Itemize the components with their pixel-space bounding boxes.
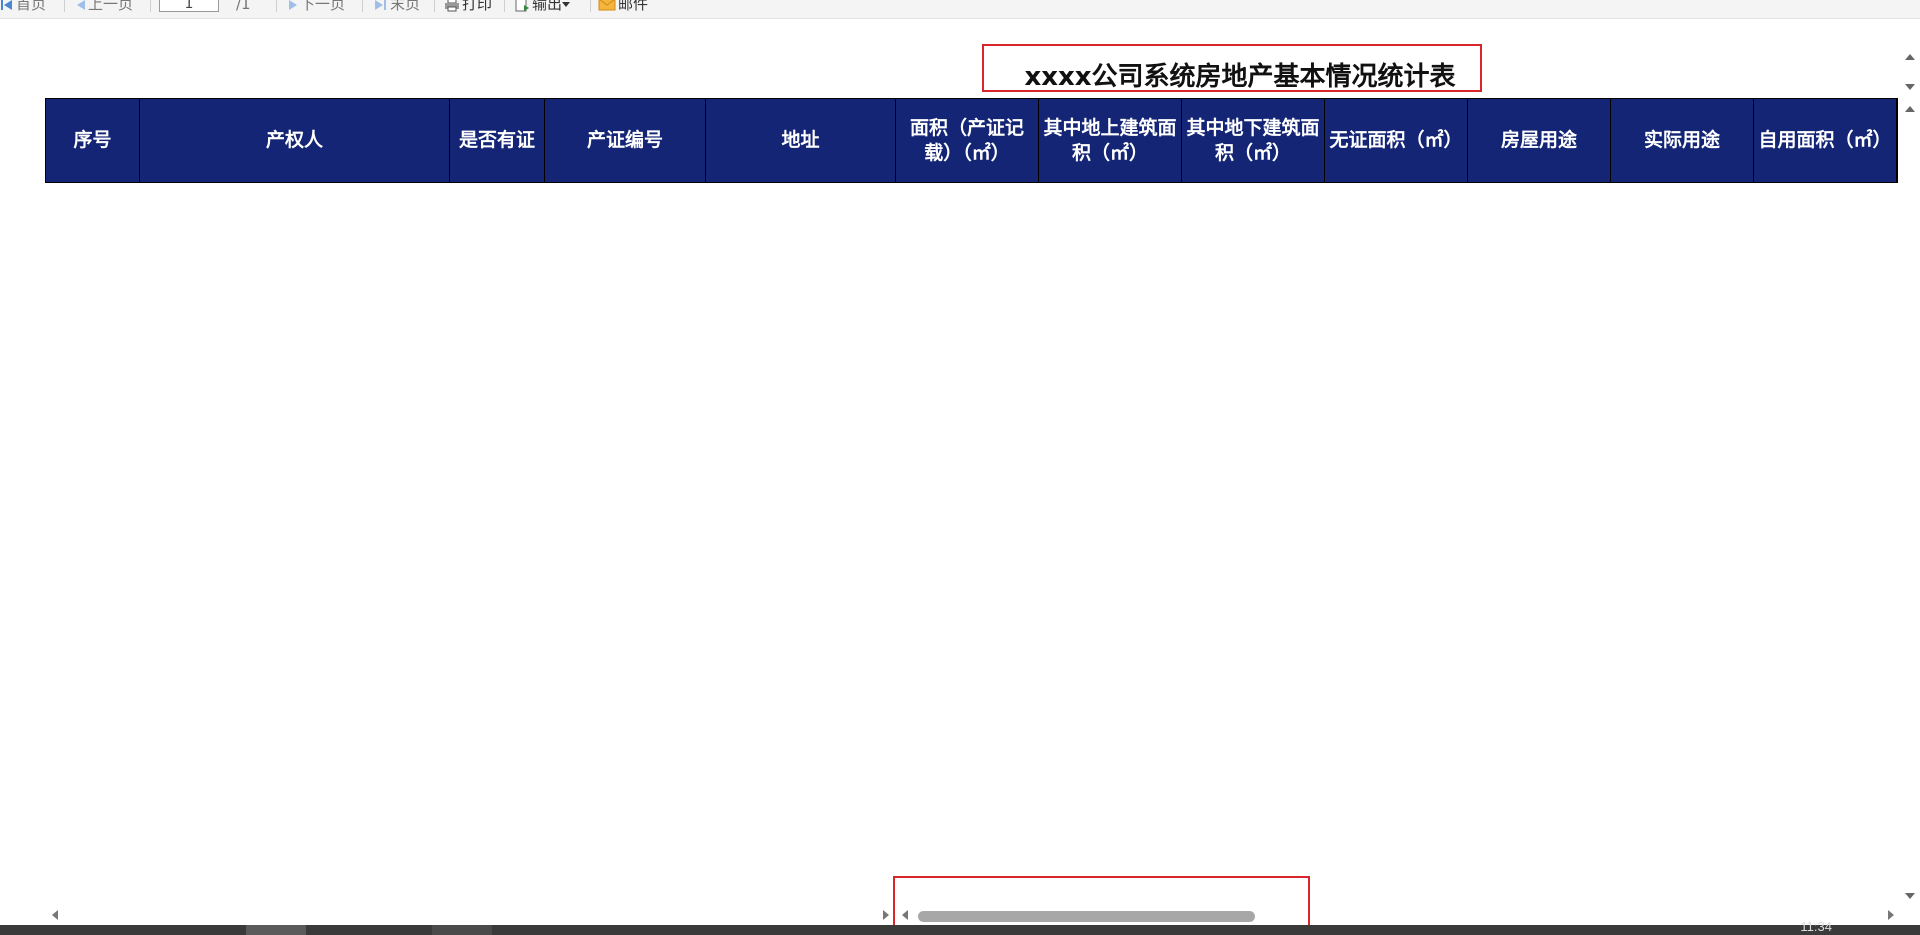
- scrollbar-highlight-frame: [893, 876, 1310, 927]
- first-page-button[interactable]: 首页: [0, 0, 46, 17]
- print-button[interactable]: 打印: [444, 0, 492, 17]
- mail-label: 邮件: [618, 0, 649, 13]
- next-page-label: 下一页: [300, 0, 346, 13]
- prev-page-label: 上一页: [88, 0, 134, 13]
- column-header: 地址: [706, 99, 896, 182]
- taskbar-app-icon[interactable]: [246, 925, 306, 935]
- first-page-icon: [1, 0, 12, 10]
- scroll-down-icon[interactable]: [1905, 893, 1915, 899]
- column-header: 其中地上建筑面积（㎡）: [1039, 99, 1182, 182]
- mail-icon: [598, 0, 616, 11]
- report-toolbar: 首页 上一页 1 /1 下一页 末页 打印 输出 邮件: [0, 0, 1920, 19]
- page-total: /1: [236, 0, 251, 13]
- next-page-icon: [289, 0, 297, 10]
- mail-button[interactable]: 邮件: [598, 0, 648, 17]
- column-header: 无证面积（㎡）: [1325, 99, 1468, 182]
- column-header: 序号: [46, 99, 140, 182]
- scroll-right-icon[interactable]: [883, 910, 889, 920]
- last-page-button[interactable]: 末页: [374, 0, 420, 17]
- scroll-up-icon[interactable]: [1905, 54, 1915, 60]
- column-header: 是否有证: [450, 99, 545, 182]
- column-header: 其中地下建筑面积（㎡）: [1182, 99, 1325, 182]
- column-header: 自用面积（㎡）: [1754, 99, 1897, 182]
- printer-icon: [445, 0, 459, 11]
- export-icon: [515, 0, 529, 11]
- report-header-cells: 序号 产权人 是否有证 产证编号 地址 面积（产证记载）（㎡） 其中地上建筑面积…: [46, 99, 1897, 182]
- prev-page-icon: [77, 0, 85, 10]
- column-header: 产权人: [140, 99, 450, 182]
- chevron-down-icon: [562, 1, 571, 7]
- export-label: 输出: [532, 0, 563, 13]
- column-header: 产证编号: [545, 99, 706, 182]
- taskbar-clock: 11:34: [1800, 919, 1832, 934]
- first-page-label: 首页: [16, 0, 47, 13]
- page-number-input[interactable]: 1: [159, 0, 219, 12]
- next-page-button[interactable]: 下一页: [288, 0, 345, 17]
- last-page-icon: [375, 0, 386, 10]
- column-header: 房屋用途: [1468, 99, 1611, 182]
- last-page-label: 末页: [390, 0, 421, 13]
- scroll-down-icon[interactable]: [1905, 84, 1915, 90]
- taskbar-app-icon[interactable]: [432, 925, 492, 935]
- scroll-up-icon[interactable]: [1905, 106, 1915, 112]
- scroll-left-icon[interactable]: [52, 910, 58, 920]
- scroll-right-icon[interactable]: [1888, 910, 1894, 920]
- taskbar: 11:34: [0, 920, 1920, 935]
- vertical-scrollbar[interactable]: [1900, 50, 1920, 905]
- prev-page-button[interactable]: 上一页: [76, 0, 133, 17]
- column-header: 面积（产证记载）（㎡）: [896, 99, 1039, 182]
- column-header: 实际用途: [1611, 99, 1754, 182]
- export-button[interactable]: 输出: [514, 0, 572, 17]
- print-label: 打印: [462, 0, 493, 13]
- report-title: xxxx公司系统房地产基本情况统计表: [1024, 62, 1456, 92]
